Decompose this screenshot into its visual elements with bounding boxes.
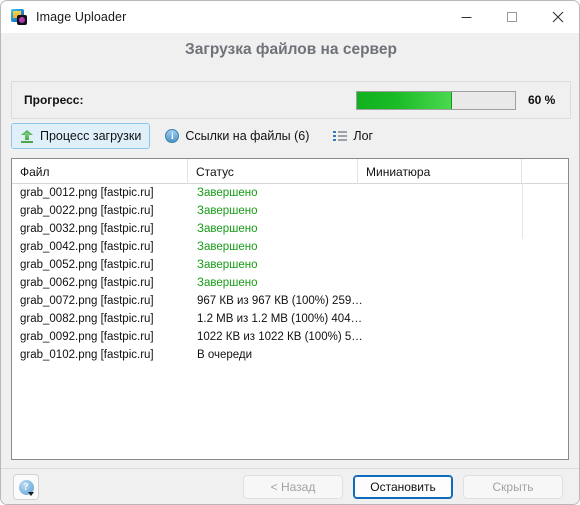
hide-button[interactable]: Скрыть (463, 475, 563, 499)
cell-status: Завершено (197, 259, 258, 271)
cell-file: grab_0082.png [fastpic.ru] (20, 313, 154, 325)
cell-status: Завершено (197, 187, 258, 199)
upload-arrow-icon (20, 129, 34, 143)
back-button[interactable]: < Назад (243, 475, 343, 499)
progress-bar-fill (357, 92, 452, 109)
title-bar: Image Uploader (1, 1, 579, 33)
cell-file: grab_0022.png [fastpic.ru] (20, 205, 154, 217)
close-button[interactable] (535, 1, 579, 33)
cell-status: В очереди (197, 349, 253, 361)
stop-button[interactable]: Остановить (353, 475, 453, 499)
cell-file: grab_0052.png [fastpic.ru] (20, 259, 154, 271)
progress-percent: 60 % (528, 93, 556, 107)
cell-file: grab_0012.png [fastpic.ru] (20, 187, 154, 199)
progress-label: Прогресс: (24, 93, 84, 107)
table-row[interactable]: grab_0012.png [fastpic.ru] Завершено (12, 184, 568, 202)
tab-upload-process[interactable]: Процесс загрузки (11, 123, 151, 149)
cell-status: Завершено (197, 277, 258, 289)
cell-file: grab_0062.png [fastpic.ru] (20, 277, 154, 289)
info-circle-icon: i (165, 129, 180, 143)
table-header: Файл Статус Миниатюра (12, 159, 568, 184)
file-list[interactable]: Файл Статус Миниатюра grab_0012.png [fas… (11, 158, 569, 460)
cell-status: Завершено (197, 241, 258, 253)
tab-file-links[interactable]: i Ссылки на файлы (6) (156, 123, 318, 149)
table-row[interactable]: grab_0062.png [fastpic.ru] Завершено (12, 274, 568, 292)
tab-log-label: Лог (353, 129, 374, 143)
window-controls (443, 1, 579, 33)
cell-file: grab_0092.png [fastpic.ru] (20, 331, 154, 343)
cell-file: grab_0072.png [fastpic.ru] (20, 295, 154, 307)
tab-log[interactable]: Лог (324, 123, 382, 149)
tab-upload-process-label: Процесс загрузки (40, 129, 142, 143)
progress-panel: Прогресс: 60 % (11, 81, 571, 119)
window-title: Image Uploader (36, 10, 127, 24)
table-row[interactable]: grab_0092.png [fastpic.ru] 1022 КВ из 10… (12, 328, 568, 346)
table-row[interactable]: grab_0072.png [fastpic.ru] 967 КВ из 967… (12, 292, 568, 310)
image-uploader-window: Image Uploader Загрузка файлов на сервер… (0, 0, 580, 505)
page-title: Загрузка файлов на сервер (185, 41, 397, 58)
table-row[interactable]: grab_0042.png [fastpic.ru] Завершено (12, 238, 568, 256)
table-body: grab_0012.png [fastpic.ru] Завершено gra… (12, 184, 568, 364)
tab-file-links-label: Ссылки на файлы (6) (185, 129, 310, 143)
cell-status: 967 КВ из 967 КВ (100%) 259… (197, 295, 363, 307)
help-button[interactable]: ? (13, 474, 39, 500)
column-header-thumbnail[interactable]: Миниатюра (358, 159, 522, 184)
app-icon (11, 9, 27, 25)
list-icon (333, 130, 348, 142)
cell-status: 1.2 MB из 1.2 MB (100%) 404… (197, 313, 363, 325)
column-header-extra[interactable] (522, 159, 568, 184)
chevron-down-icon (28, 492, 34, 496)
cell-file: grab_0042.png [fastpic.ru] (20, 241, 154, 253)
cell-status: Завершено (197, 223, 258, 235)
table-row[interactable]: grab_0102.png [fastpic.ru] В очереди (12, 346, 568, 364)
cell-status: 1022 КВ из 1022 КВ (100%) 5… (197, 331, 363, 343)
table-row[interactable]: grab_0032.png [fastpic.ru] Завершено (12, 220, 568, 238)
maximize-button[interactable] (489, 1, 535, 33)
progress-bar (356, 91, 516, 110)
table-row[interactable]: grab_0022.png [fastpic.ru] Завершено (12, 202, 568, 220)
cell-file: grab_0032.png [fastpic.ru] (20, 223, 154, 235)
minimize-button[interactable] (443, 1, 489, 33)
table-row[interactable]: grab_0052.png [fastpic.ru] Завершено (12, 256, 568, 274)
tab-bar: Процесс загрузки i Ссылки на файлы (6) Л… (11, 123, 388, 149)
column-header-status[interactable]: Статус (188, 159, 358, 184)
cell-file: grab_0102.png [fastpic.ru] (20, 349, 154, 361)
column-header-file[interactable]: Файл (12, 159, 188, 184)
cell-status: Завершено (197, 205, 258, 217)
table-row[interactable]: grab_0082.png [fastpic.ru] 1.2 MB из 1.2… (12, 310, 568, 328)
